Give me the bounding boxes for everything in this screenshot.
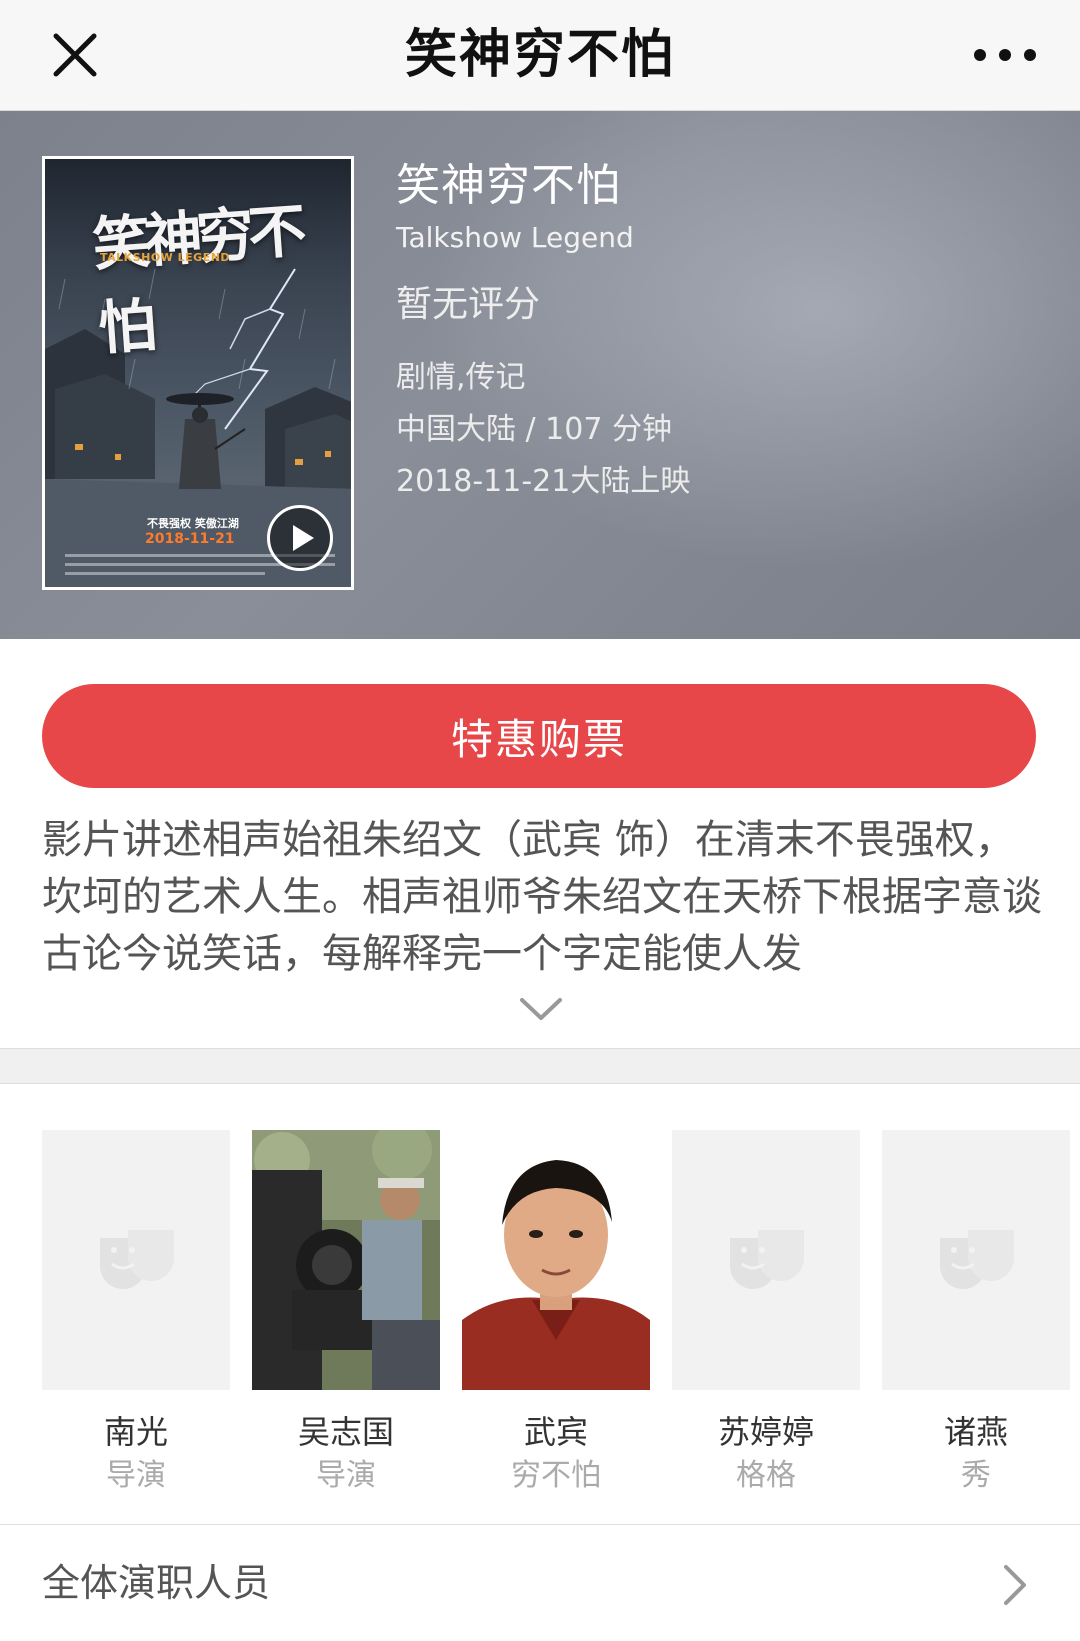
cast-card[interactable]: 诸燕 秀 xyxy=(882,1130,1070,1498)
cast-photo xyxy=(252,1130,440,1390)
cast-role: 格格 xyxy=(736,1458,796,1493)
cast-role: 秀 xyxy=(961,1458,991,1493)
cast-role: 穷不怕 xyxy=(511,1458,601,1493)
cast-name: 吴志国 xyxy=(297,1413,394,1451)
cast-role: 导演 xyxy=(106,1458,166,1493)
cast-card[interactable]: 武宾 穷不怕 xyxy=(462,1130,650,1498)
all-cast-label: 全体演职人员 xyxy=(42,1561,271,1605)
more-button[interactable] xyxy=(960,20,1050,90)
cast-photo xyxy=(462,1130,650,1390)
placeholder-mask-icon xyxy=(100,1230,174,1289)
cast-card[interactable]: 苏婷婷 格格 xyxy=(672,1130,860,1498)
poster-english-art: TALKSHOW LEGEND xyxy=(100,251,231,264)
play-icon xyxy=(293,525,314,551)
cast-name: 苏婷婷 xyxy=(717,1413,814,1451)
cast-role: 导演 xyxy=(316,1458,376,1493)
close-icon xyxy=(53,33,97,77)
page-title: 笑神穷不怕 xyxy=(404,25,675,85)
poster-slogan: 不畏强权 笑傲江湖 xyxy=(147,517,239,530)
cast-name: 武宾 xyxy=(523,1413,588,1451)
movie-rating: 暂无评分 xyxy=(396,284,541,325)
movie-poster[interactable]: 笑神穷不怕 TALKSHOW LEGEND 不畏强权 笑傲江湖 2018-11-… xyxy=(42,156,354,590)
cast-card[interactable]: 吴志国 导演 xyxy=(252,1130,440,1498)
cast-card[interactable]: 南光 导演 xyxy=(42,1130,230,1498)
buy-ticket-button[interactable]: 特惠购票 xyxy=(42,684,1036,788)
cast-list[interactable]: 南光 导演 吴志国 导演 武宾 穷不怕 苏婷婷 格格 诸燕 秀 xyxy=(42,1130,1080,1510)
placeholder-mask-icon xyxy=(730,1230,804,1289)
cast-name: 南光 xyxy=(103,1413,168,1451)
movie-region-duration: 中国大陆 / 107 分钟 xyxy=(396,412,672,447)
poster-title-art: 笑神穷不怕 xyxy=(90,196,303,363)
movie-title: 笑神穷不怕 xyxy=(396,160,621,211)
more-horizontal-icon xyxy=(974,49,1036,61)
movie-header: 笑神穷不怕 TALKSHOW LEGEND 不畏强权 笑傲江湖 2018-11-… xyxy=(0,111,1080,639)
cast-photo-placeholder xyxy=(672,1130,860,1390)
actor-portrait-photo xyxy=(462,1130,650,1390)
section-divider xyxy=(0,1048,1080,1084)
placeholder-mask-icon xyxy=(940,1230,1014,1289)
all-cast-link[interactable]: 全体演职人员 xyxy=(0,1524,1080,1641)
movie-info: 笑神穷不怕 Talkshow Legend 暂无评分 剧情,传记 中国大陆 / … xyxy=(396,156,1036,508)
movie-english-title: Talkshow Legend xyxy=(396,221,634,254)
top-navbar: 笑神穷不怕 xyxy=(0,0,1080,111)
movie-release-date: 2018-11-21大陆上映 xyxy=(396,464,691,499)
camera-operator-photo xyxy=(252,1130,440,1390)
close-button[interactable] xyxy=(40,20,110,90)
cast-name: 诸燕 xyxy=(943,1413,1008,1451)
movie-genres: 剧情,传记 xyxy=(396,360,526,395)
cast-photo-placeholder xyxy=(882,1130,1070,1390)
poster-date: 2018-11-21 xyxy=(145,531,235,547)
play-trailer-button[interactable] xyxy=(267,505,333,571)
movie-synopsis[interactable]: 影片讲述相声始祖朱绍文（武宾 饰）在清末不畏强权，坎坷的艺术人生。相声祖师爷朱绍… xyxy=(42,812,1042,984)
chevron-right-icon xyxy=(1004,1565,1026,1605)
chevron-down-icon[interactable] xyxy=(518,994,564,1024)
cast-photo-placeholder xyxy=(42,1130,230,1390)
